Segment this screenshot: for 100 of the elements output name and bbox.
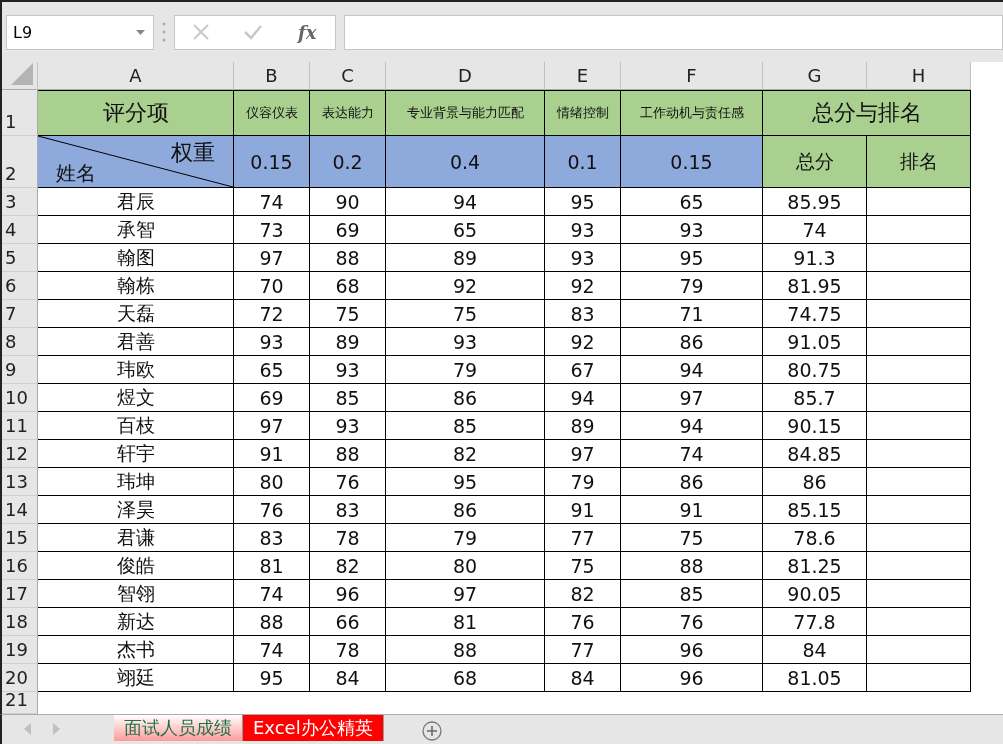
row-header[interactable]: 5 (2, 244, 38, 272)
formula-input[interactable] (344, 14, 1003, 50)
column-header[interactable]: E (545, 62, 621, 90)
table-cell: 专业背景与能力匹配 (386, 90, 545, 136)
row-header[interactable]: 4 (2, 216, 38, 244)
row-header[interactable]: 2 (2, 136, 38, 188)
table-cell: 89 (310, 328, 386, 356)
table-cell: 工作动机与责任感 (621, 90, 763, 136)
row-header[interactable]: 16 (2, 552, 38, 580)
table-cell: 君辰 (38, 188, 234, 216)
table-cell: 情绪控制 (545, 90, 621, 136)
table-cell: 95 (621, 244, 763, 272)
table-cell: 91 (621, 496, 763, 524)
table-cell: 76 (234, 496, 310, 524)
table-cell: 94 (621, 356, 763, 384)
table-cell: 79 (386, 356, 545, 384)
table-cell: 83 (310, 496, 386, 524)
table-cell: 翰图 (38, 244, 234, 272)
table-cell: 翰栋 (38, 272, 234, 300)
name-box[interactable]: L9 (6, 14, 154, 50)
table-cell: 88 (310, 440, 386, 468)
row-header[interactable]: 17 (2, 580, 38, 608)
table-cell: 97 (545, 440, 621, 468)
row-header[interactable]: 18 (2, 608, 38, 636)
row-header[interactable]: 12 (2, 440, 38, 468)
add-sheet-icon[interactable] (421, 721, 442, 741)
table-cell: 75 (310, 300, 386, 328)
table-cell: 71 (621, 300, 763, 328)
table-cell: 82 (386, 440, 545, 468)
table-cell: 90.05 (763, 580, 867, 608)
cancel-icon[interactable] (191, 23, 210, 41)
table-cell: 76 (310, 468, 386, 496)
column-header[interactable]: H (867, 62, 971, 90)
select-all-button[interactable] (2, 62, 38, 90)
table-cell: 92 (545, 328, 621, 356)
row-header[interactable]: 3 (2, 188, 38, 216)
column-header[interactable]: B (234, 62, 310, 90)
row-header[interactable]: 11 (2, 412, 38, 440)
row-header[interactable]: 1 (2, 90, 38, 136)
row-header[interactable]: 15 (2, 524, 38, 552)
table-cell: 84.85 (763, 440, 867, 468)
table-cell: 96 (310, 580, 386, 608)
table-cell: 75 (386, 300, 545, 328)
column-header[interactable]: G (763, 62, 867, 90)
table-cell: 88 (386, 636, 545, 664)
table-cell: 78.6 (763, 524, 867, 552)
table-cell: 84 (310, 664, 386, 692)
table-cell: 玮坤 (38, 468, 234, 496)
table-cell: 91 (234, 440, 310, 468)
table-cell: 86 (763, 468, 867, 496)
row-header[interactable]: 14 (2, 496, 38, 524)
table-cell: 94 (386, 188, 545, 216)
table-cell: 0.1 (545, 136, 621, 188)
table-cell: 俊皓 (38, 552, 234, 580)
table-cell: 90 (310, 188, 386, 216)
insert-function-button[interactable]: fx (295, 21, 319, 43)
table-cell: 89 (545, 412, 621, 440)
table-cell: 君善 (38, 328, 234, 356)
table-cell: 80 (234, 468, 310, 496)
column-header[interactable]: C (310, 62, 386, 90)
column-header[interactable]: D (386, 62, 545, 90)
scroll-right-icon[interactable] (53, 723, 60, 735)
table-cell: 78 (310, 524, 386, 552)
row-header[interactable]: 21 (2, 692, 38, 714)
table-cell: 91.05 (763, 328, 867, 356)
row-header[interactable]: 8 (2, 328, 38, 356)
sheet-tab[interactable]: Excel办公精英 (243, 715, 384, 741)
table-cell: 77 (545, 524, 621, 552)
table-cell: 86 (386, 384, 545, 412)
column-header[interactable]: A (38, 62, 234, 90)
table-cell: 91.3 (763, 244, 867, 272)
row-header[interactable]: 7 (2, 300, 38, 328)
table-cell: 97 (234, 412, 310, 440)
table-cell: 85.15 (763, 496, 867, 524)
table-cell: 79 (386, 524, 545, 552)
table-cell: 智翎 (38, 580, 234, 608)
table-cell: 85 (386, 412, 545, 440)
table-cell: 74 (763, 216, 867, 244)
row-header[interactable]: 10 (2, 384, 38, 412)
table-cell: 86 (621, 328, 763, 356)
table-cell: 81 (386, 608, 545, 636)
table-cell: 76 (621, 608, 763, 636)
row-header[interactable]: 13 (2, 468, 38, 496)
column-header[interactable]: F (621, 62, 763, 90)
table-cell: 煜文 (38, 384, 234, 412)
table-cell: 93 (310, 412, 386, 440)
scroll-left-icon[interactable] (24, 723, 31, 735)
table-cell: 65 (234, 356, 310, 384)
check-icon[interactable] (242, 24, 263, 40)
table-cell: 75 (545, 552, 621, 580)
table-cell: 78 (310, 636, 386, 664)
table-cell-text: 权重 (171, 139, 215, 167)
table-cell: 80.75 (763, 356, 867, 384)
table-cell: 81.25 (763, 552, 867, 580)
row-header[interactable]: 19 (2, 636, 38, 664)
row-header[interactable]: 6 (2, 272, 38, 300)
table-cell: 93 (386, 328, 545, 356)
row-header[interactable]: 9 (2, 356, 38, 384)
row-header[interactable]: 20 (2, 664, 38, 692)
sheet-tab[interactable]: 面试人员成绩 (114, 715, 243, 741)
